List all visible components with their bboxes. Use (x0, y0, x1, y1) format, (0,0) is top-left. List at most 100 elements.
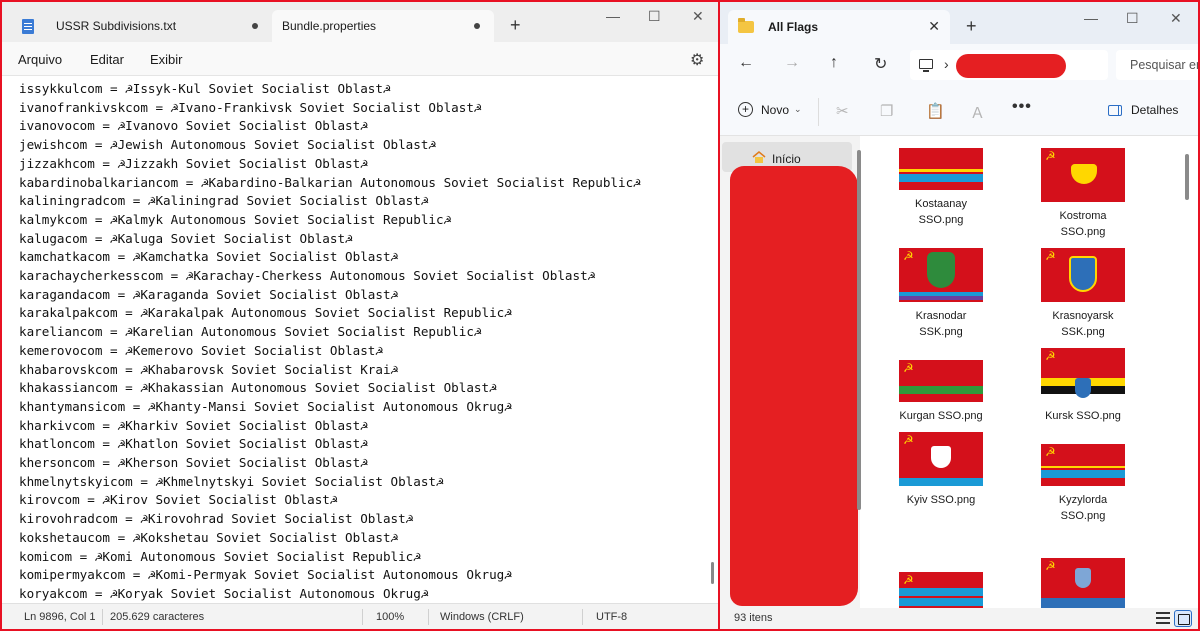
menu-editar[interactable]: Editar (90, 52, 124, 67)
file-item[interactable]: ☭ Kyzylorda SSO.png (1028, 444, 1138, 524)
search-placeholder: Pesquisar em (1130, 58, 1198, 72)
minimize-icon[interactable]: — (606, 8, 620, 24)
zoom-level: 100% (376, 611, 405, 623)
encoding: UTF-8 (596, 611, 628, 623)
file-name: Kyzylorda (1058, 494, 1108, 506)
redacted-path (956, 54, 1066, 78)
details-view-icon[interactable] (1156, 612, 1170, 624)
close-icon[interactable]: ✕ (1170, 10, 1182, 27)
new-tab-icon[interactable]: + (966, 16, 977, 37)
flag-thumbnail: ☭ (899, 360, 983, 402)
text-editor[interactable]: issykkulcom = ☭Issyk-Kul Soviet Socialis… (2, 76, 718, 603)
editor-line: ivanofrankivskcom = ☭Ivano-Frankivsk Sov… (19, 99, 482, 115)
back-arrow-icon[interactable]: ← (738, 54, 754, 72)
nav-scrollbar[interactable] (857, 150, 861, 510)
file-item[interactable]: ☭ Kyiv SSO.png (886, 432, 996, 508)
explorer-body: Início Kostaanay SSO.png ☭ Kostroma SSO.… (720, 136, 1198, 614)
explorer-navbar: ← → ↑ ↻ › Pesquisar em (720, 44, 1198, 86)
settings-gear-icon[interactable]: ⚙ (690, 50, 704, 70)
chevron-right-icon[interactable]: › (944, 56, 949, 72)
up-arrow-icon[interactable]: ↑ (830, 54, 838, 72)
editor-line: khabarovskcom = ☭Khabarovsk Soviet Socia… (19, 361, 399, 377)
maximize-icon[interactable]: ☐ (1126, 10, 1139, 27)
rename-icon[interactable]: Ａ (970, 102, 985, 123)
item-count: 93 itens (734, 612, 773, 624)
file-item[interactable]: ☭ Kursk SSO.png (1028, 348, 1138, 424)
editor-line: karagandacom = ☭Karaganda Soviet Sociali… (19, 286, 399, 302)
new-label: Novo (761, 102, 790, 117)
navigation-pane: Início (720, 136, 861, 608)
editor-line: kabardinobalkariancom = ☭Kabardino-Balka… (19, 174, 641, 190)
file-item[interactable]: ☭ Kostroma SSO.png (1028, 148, 1138, 240)
search-input[interactable]: Pesquisar em (1116, 50, 1198, 80)
flag-thumbnail (899, 148, 983, 190)
editor-line: khmelnytskyicom = ☭Khmelnytskyi Soviet S… (19, 473, 444, 489)
tab-ussr-subdivisions[interactable]: USSR Subdivisions.txt (10, 10, 272, 42)
editor-line: issykkulcom = ☭Issyk-Kul Soviet Socialis… (19, 81, 391, 96)
tab-label: Bundle.properties (282, 19, 377, 33)
file-grid: Kostaanay SSO.png ☭ Kostroma SSO.png ☭ K… (870, 136, 1190, 614)
file-name-ext: SSK.png (1061, 326, 1105, 338)
details-button[interactable]: Detalhes (1108, 103, 1178, 117)
close-tab-icon[interactable]: ✕ (928, 18, 940, 35)
copy-icon[interactable]: ❐ (880, 102, 893, 120)
file-name: Kyiv SSO.png (906, 494, 976, 506)
editor-line: jizzakhcom = ☭Jizzakh Soviet Socialist O… (19, 155, 368, 171)
tab-label: USSR Subdivisions.txt (56, 19, 177, 33)
line-endings: Windows (CRLF) (440, 611, 524, 623)
plus-circle-icon: + (738, 102, 753, 117)
command-bar: + Novo ⌄ ✂ ❐ 📋 Ａ ••• Detalhes (720, 86, 1198, 136)
close-icon[interactable]: ✕ (692, 8, 704, 25)
file-item[interactable]: ☭ Krasnoyarsk SSK.png (1028, 248, 1138, 340)
flag-thumbnail: ☭ (1041, 444, 1125, 486)
editor-line: koryakcom = ☭Koryak Soviet Socialist Aut… (19, 585, 429, 601)
editor-line: khakassiancom = ☭Khakassian Autonomous S… (19, 380, 497, 396)
unsaved-dot-icon (474, 23, 480, 29)
character-count: 205.629 caracteres (110, 611, 205, 623)
file-name-ext: SSO.png (1060, 510, 1106, 522)
editor-line: kalugacom = ☭Kaluga Soviet Socialist Obl… (19, 230, 353, 246)
explorer-statusbar: 93 itens (720, 608, 1198, 629)
editor-scrollbar[interactable] (711, 562, 714, 584)
file-grid-scrollbar[interactable] (1185, 154, 1189, 200)
cut-icon[interactable]: ✂ (836, 102, 849, 120)
new-button[interactable]: + Novo ⌄ (738, 102, 802, 117)
paste-icon[interactable]: 📋 (926, 102, 945, 120)
minimize-icon[interactable]: — (1084, 10, 1098, 26)
flag-thumbnail: ☭ (1041, 348, 1125, 402)
details-pane-icon (1108, 104, 1122, 116)
file-item[interactable]: ☭ Kurgan SSO.png (886, 360, 996, 424)
notepad-window: USSR Subdivisions.txt Bundle.properties … (2, 2, 718, 629)
notepad-document-icon (22, 18, 34, 34)
editor-line: khersoncom = ☭Kherson Soviet Socialist O… (19, 455, 368, 471)
redacted-navigation (730, 166, 858, 606)
menu-arquivo[interactable]: Arquivo (18, 52, 62, 67)
new-tab-icon[interactable]: + (510, 16, 521, 34)
explorer-titlebar: All Flags ✕ + — ☐ ✕ (720, 2, 1198, 44)
notepad-statusbar: Ln 9896, Col 1 205.629 caracteres 100% W… (2, 603, 718, 629)
editor-line: komicom = ☭Komi Autonomous Soviet Social… (19, 548, 421, 564)
large-icons-view-icon[interactable] (1174, 610, 1192, 627)
editor-line: ivanovocom = ☭Ivanovo Soviet Socialist O… (19, 118, 368, 134)
file-name-ext: SSK.png (919, 326, 963, 338)
unsaved-dot-icon (252, 23, 258, 29)
editor-line: kaliningradcom = ☭Kaliningrad Soviet Soc… (19, 193, 429, 209)
file-item[interactable]: ☭ Krasnodar SSK.png (886, 248, 996, 340)
refresh-icon[interactable]: ↻ (874, 54, 887, 74)
file-name: Kostroma (1059, 210, 1107, 222)
maximize-icon[interactable]: ☐ (648, 8, 661, 25)
file-name-ext: SSO.png (1060, 226, 1106, 238)
flag-thumbnail: ☭ (1041, 558, 1125, 612)
file-name: Krasnodar (915, 310, 967, 322)
tab-bundle-properties[interactable]: Bundle.properties (272, 10, 494, 42)
file-name: Kurgan SSO.png (899, 410, 983, 422)
file-item[interactable]: Kostaanay SSO.png (886, 148, 996, 228)
address-bar[interactable]: › (910, 50, 1108, 80)
flag-thumbnail: ☭ (899, 432, 983, 486)
tab-all-flags[interactable]: All Flags ✕ (728, 10, 950, 44)
more-options-icon[interactable]: ••• (1012, 98, 1032, 116)
menu-exibir[interactable]: Exibir (150, 52, 183, 67)
chevron-down-icon: ⌄ (794, 104, 802, 114)
editor-line: kamchatkacom = ☭Kamchatka Soviet Sociali… (19, 249, 399, 265)
forward-arrow-icon[interactable]: → (784, 54, 800, 72)
